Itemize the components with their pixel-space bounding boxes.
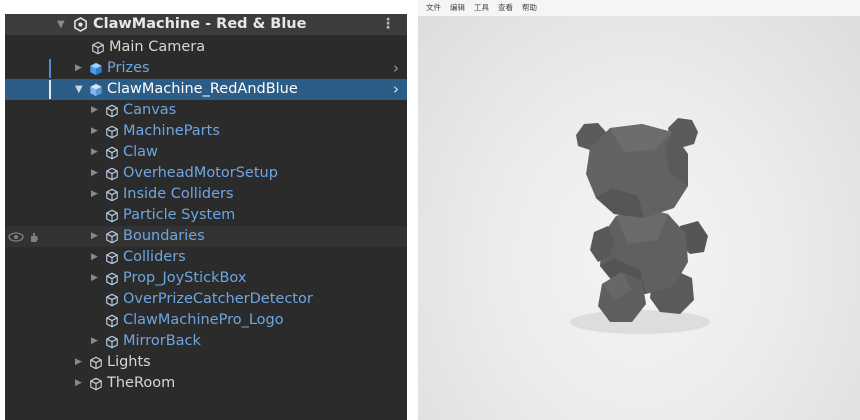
- gameobject-cube-icon: [90, 356, 102, 370]
- selection-indicator: [49, 59, 51, 78]
- eye-icon[interactable]: [8, 231, 24, 243]
- expand-arrow-icon[interactable]: ▶: [91, 100, 98, 121]
- collapse-arrow-icon[interactable]: ▼: [75, 79, 83, 100]
- unity-scene-icon: [74, 17, 87, 32]
- hierarchy-item-mirrorback[interactable]: ▶ MirrorBack: [5, 331, 407, 352]
- scene-header[interactable]: ▼ ClawMachine - Red & Blue ⋮: [5, 14, 407, 35]
- gameobject-cube-icon: [106, 104, 118, 118]
- item-label: Particle System: [123, 207, 236, 223]
- item-label: Canvas: [123, 102, 177, 118]
- shadow: [570, 310, 710, 334]
- hierarchy-item-canvas[interactable]: ▶ Canvas: [5, 100, 407, 121]
- hierarchy-item-clawmachine-redandblue[interactable]: ▼ ClawMachine_RedAndBlue ›: [5, 79, 407, 100]
- hierarchy-item-overprizecatcherdetector[interactable]: OverPrizeCatcherDetector: [5, 289, 407, 310]
- item-label: TheRoom: [107, 375, 176, 391]
- prefab-cube-icon: [90, 83, 102, 97]
- item-label: OverheadMotorSetup: [123, 165, 278, 181]
- collapse-arrow-icon[interactable]: ▼: [57, 14, 65, 35]
- item-label: MirrorBack: [123, 333, 201, 349]
- item-label: ClawMachine_RedAndBlue: [107, 81, 298, 97]
- hierarchy-item-theroom[interactable]: ▶ TheRoom: [5, 373, 407, 394]
- item-label: Colliders: [123, 249, 186, 265]
- hierarchy-item-lights[interactable]: ▶ Lights: [5, 352, 407, 373]
- item-label: Inside Colliders: [123, 186, 234, 202]
- more-options-icon[interactable]: ⋮: [381, 14, 395, 35]
- expand-arrow-icon[interactable]: ▶: [91, 331, 98, 352]
- pickable-hand-icon[interactable]: [28, 231, 40, 243]
- expand-arrow-icon[interactable]: ▶: [91, 121, 98, 142]
- gameobject-cube-icon: [106, 146, 118, 160]
- gameobject-cube-icon: [106, 272, 118, 286]
- scene-name: ClawMachine - Red & Blue: [93, 16, 307, 32]
- expand-arrow-icon[interactable]: ▶: [91, 142, 98, 163]
- gameobject-cube-icon: [106, 188, 118, 202]
- item-label: OverPrizeCatcherDetector: [123, 291, 313, 307]
- item-label: Prizes: [107, 60, 150, 76]
- hierarchy-item-machineparts[interactable]: ▶ MachineParts: [5, 121, 407, 142]
- gameobject-cube-icon: [106, 251, 118, 265]
- hierarchy-item-inside-colliders[interactable]: ▶ Inside Colliders: [5, 184, 407, 205]
- expand-arrow-icon[interactable]: ▶: [75, 352, 82, 373]
- visibility-toggle[interactable]: [8, 226, 40, 247]
- hierarchy-item-prizes[interactable]: ▶ Prizes ›: [5, 58, 407, 79]
- hierarchy-item-colliders[interactable]: ▶ Colliders: [5, 247, 407, 268]
- hierarchy-item-overheadmotorsetup[interactable]: ▶ OverheadMotorSetup: [5, 163, 407, 184]
- hierarchy-item-clawmachinepro-logo[interactable]: ClawMachinePro_Logo: [5, 310, 407, 331]
- gameobject-cube-icon: [106, 125, 118, 139]
- gameobject-cube-icon: [106, 167, 118, 181]
- item-label: Claw: [123, 144, 158, 160]
- expand-arrow-icon[interactable]: ▶: [91, 247, 98, 268]
- expand-arrow-icon[interactable]: ▶: [75, 373, 82, 394]
- item-label: ClawMachinePro_Logo: [123, 312, 284, 328]
- hierarchy-item-boundaries[interactable]: ▶ Boundaries: [5, 226, 407, 247]
- gameobject-cube-icon: [106, 314, 118, 328]
- expand-arrow-icon[interactable]: ▶: [91, 268, 98, 289]
- model-viewport[interactable]: 文件 编辑 工具 查看 帮助: [418, 0, 860, 420]
- prefab-cube-icon: [90, 62, 102, 76]
- teddy-bear-model: [570, 118, 710, 334]
- gameobject-cube-icon: [106, 335, 118, 349]
- gameobject-cube-icon: [106, 209, 118, 223]
- gameobject-cube-icon: [106, 230, 118, 244]
- expand-arrow-icon[interactable]: ▶: [91, 226, 98, 247]
- item-label: Boundaries: [123, 228, 205, 244]
- selection-indicator: [49, 80, 51, 99]
- expand-arrow-icon[interactable]: ▶: [91, 184, 98, 205]
- hierarchy-item-prop-joystickbox[interactable]: ▶ Prop_JoyStickBox: [5, 268, 407, 289]
- gameobject-cube-icon: [106, 293, 118, 307]
- expand-arrow-icon[interactable]: ▶: [91, 163, 98, 184]
- hierarchy-item-claw[interactable]: ▶ Claw: [5, 142, 407, 163]
- hierarchy-item-main-camera[interactable]: Main Camera: [5, 37, 407, 58]
- item-label: Prop_JoyStickBox: [123, 270, 247, 286]
- chevron-right-icon[interactable]: ›: [393, 79, 399, 100]
- item-label: Lights: [107, 354, 151, 370]
- item-label: MachineParts: [123, 123, 220, 139]
- gameobject-cube-icon: [92, 41, 104, 55]
- gameobject-cube-icon: [90, 377, 102, 391]
- hierarchy-panel: ▼ ClawMachine - Red & Blue ⋮ Main Camera…: [5, 14, 407, 420]
- item-label: Main Camera: [109, 39, 206, 55]
- hierarchy-item-particle-system[interactable]: Particle System: [5, 205, 407, 226]
- expand-arrow-icon[interactable]: ▶: [75, 58, 82, 79]
- chevron-right-icon[interactable]: ›: [393, 58, 399, 79]
